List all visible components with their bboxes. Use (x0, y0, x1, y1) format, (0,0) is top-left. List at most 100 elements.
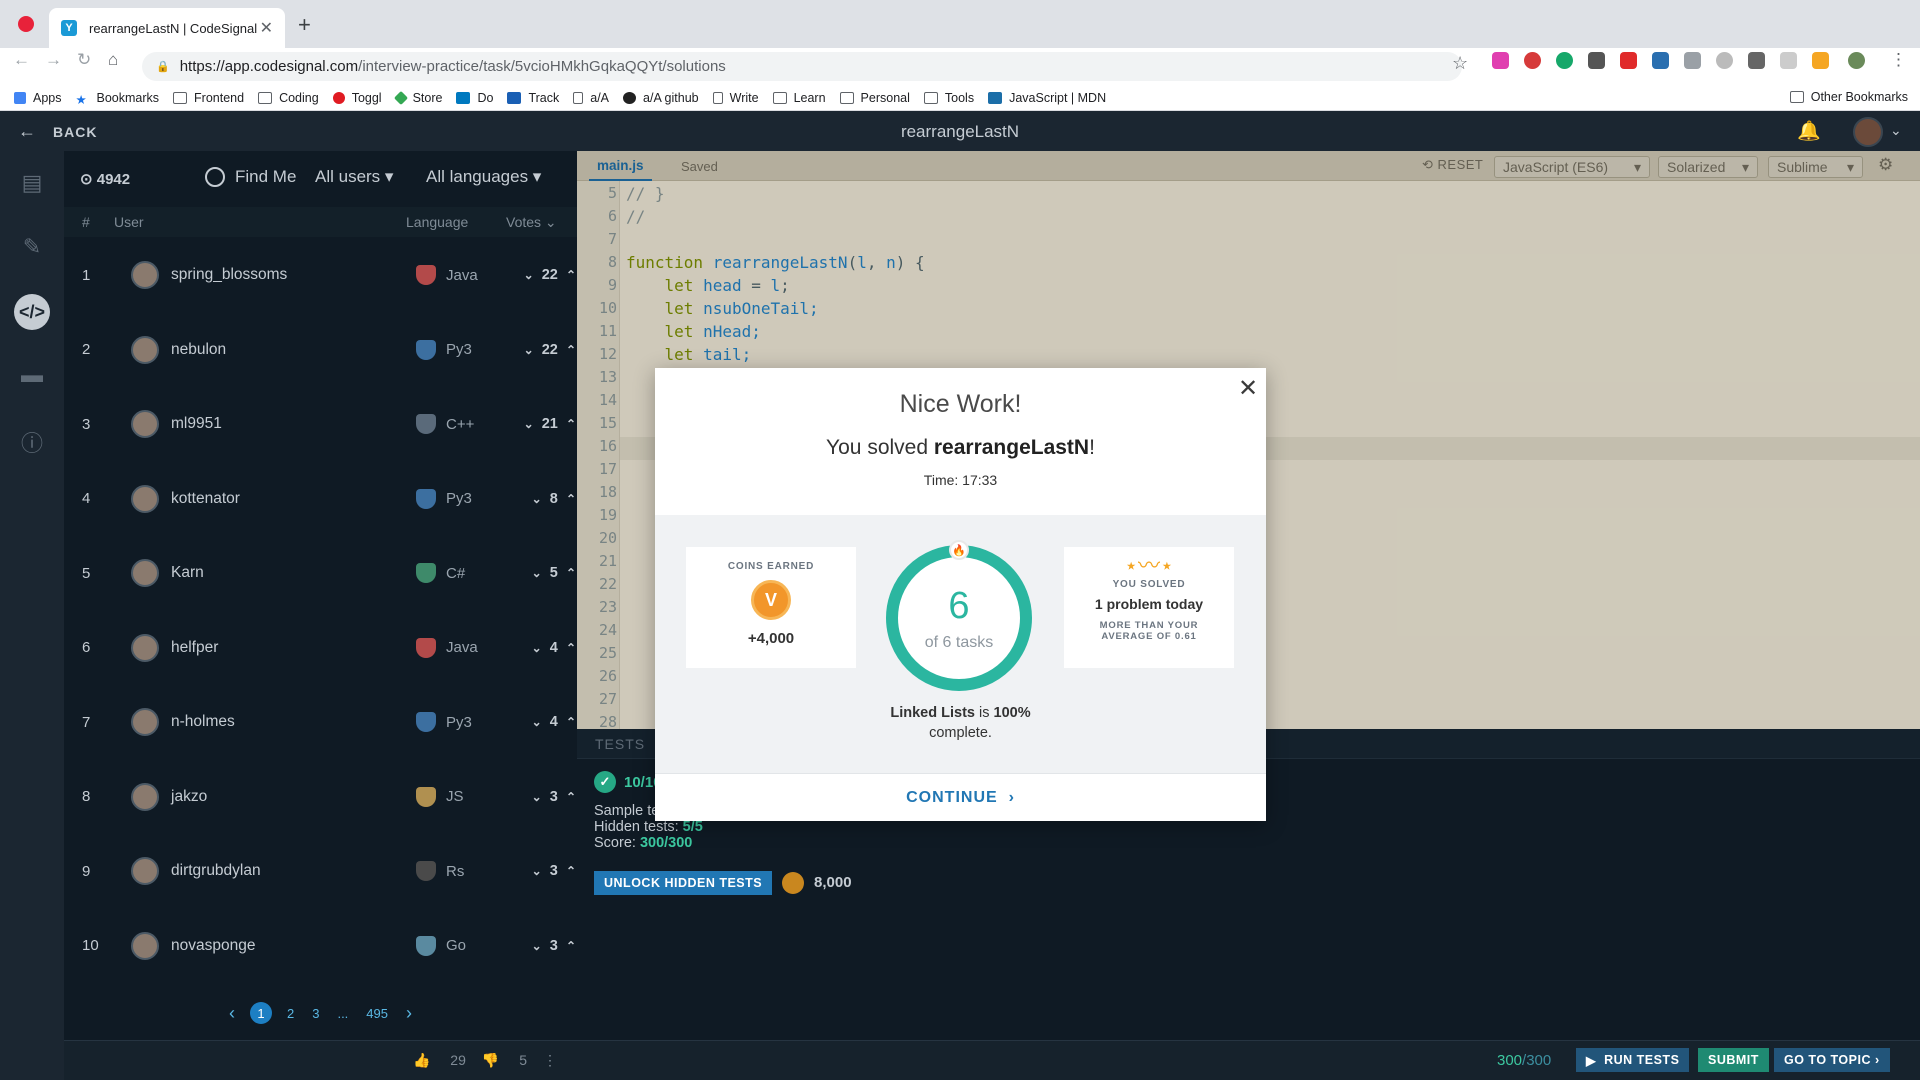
avatar[interactable] (1853, 117, 1883, 147)
extension-icon[interactable] (1524, 52, 1541, 69)
page-495[interactable]: 495 (366, 1006, 388, 1021)
tools-icon[interactable]: ✎ (19, 234, 45, 260)
row-user[interactable]: jakzo (171, 788, 416, 806)
bookmark-track[interactable]: Track (507, 91, 559, 105)
vote-up-icon[interactable]: ⌃ (566, 343, 576, 357)
row-user[interactable]: ml9951 (171, 415, 416, 433)
unlock-hidden-tests-button[interactable]: UNLOCK HIDDEN TESTS (594, 871, 773, 895)
browser-tab[interactable]: Y rearrangeLastN | CodeSignal ✕ (49, 8, 285, 48)
run-tests-button[interactable]: ▶ RUN TESTS (1576, 1048, 1690, 1072)
vote-up-icon[interactable]: ⌃ (566, 864, 576, 878)
vote-up-icon[interactable]: ⌃ (566, 268, 576, 282)
vote-down-icon[interactable]: ⌄ (524, 268, 534, 282)
bookmark-coding[interactable]: Coding (258, 91, 319, 105)
vote-down-icon[interactable]: ⌄ (524, 417, 534, 431)
bookmark-apps[interactable]: Apps (14, 91, 62, 105)
table-row[interactable]: 2 nebulon Py3 ⌄ 22 ⌃ (64, 313, 577, 387)
chrome-extension-icon[interactable] (18, 16, 34, 32)
other-bookmarks[interactable]: Other Bookmarks (1789, 90, 1908, 104)
page-1[interactable]: 1 (249, 1002, 272, 1024)
reload-icon[interactable]: ↻ (77, 50, 91, 70)
chat-icon[interactable]: ▬ (19, 362, 45, 388)
vote-down-icon[interactable]: ⌄ (532, 939, 542, 953)
vote-down-icon[interactable]: ⌄ (532, 492, 542, 506)
extension-icon[interactable] (1492, 52, 1509, 69)
description-icon[interactable]: ▤ (19, 170, 45, 196)
vote-down-icon[interactable]: ⌄ (532, 566, 542, 580)
home-icon[interactable]: ⌂ (108, 50, 118, 70)
submit-button[interactable]: SUBMIT (1698, 1048, 1769, 1072)
page-2[interactable]: 2 (287, 1006, 294, 1021)
thumbs-up-icon[interactable]: 👍 29 (413, 1052, 466, 1069)
row-user[interactable]: n-holmes (171, 713, 416, 731)
bookmark-mdn[interactable]: JavaScript | MDN (988, 91, 1106, 105)
more-icon[interactable]: ⋮ (543, 1052, 557, 1069)
page-3[interactable]: 3 (312, 1006, 319, 1021)
react-devtools-icon[interactable] (1652, 52, 1669, 69)
bookmark-bookmarks[interactable]: ★ Bookmarks (76, 91, 160, 107)
row-user[interactable]: nebulon (171, 341, 416, 359)
row-user[interactable]: helfper (171, 639, 416, 657)
chevron-down-icon[interactable]: ⌄ (1890, 122, 1902, 139)
find-me-button[interactable]: Find Me (205, 167, 296, 187)
row-user[interactable]: novasponge (171, 937, 416, 955)
solutions-icon[interactable]: </> (14, 294, 50, 330)
bookmark-write[interactable]: Write (712, 91, 759, 105)
table-row[interactable]: 9 dirtgrubdylan Rs ⌄ 3 ⌃ (64, 834, 577, 908)
vote-up-icon[interactable]: ⌃ (566, 492, 576, 506)
address-bar[interactable]: 🔒 https://app.codesignal.com/interview-p… (142, 52, 1462, 81)
go-to-topic-button[interactable]: GO TO TOPIC › (1774, 1048, 1890, 1072)
extension-icon[interactable] (1812, 52, 1829, 69)
new-tab-icon[interactable]: + (298, 12, 311, 38)
bookmark-aa-github[interactable]: a/A github (623, 91, 699, 105)
vote-down-icon[interactable]: ⌄ (524, 343, 534, 357)
table-row[interactable]: 6 helfper Java ⌄ 4 ⌃ (64, 611, 577, 685)
bookmark-toggl[interactable]: Toggl (332, 91, 382, 105)
bookmark-aa[interactable]: a/A (573, 91, 609, 105)
forward-nav-icon[interactable]: → (45, 50, 62, 70)
next-page-icon[interactable]: › (406, 1003, 412, 1024)
extension-icon[interactable] (1780, 52, 1797, 69)
menu-icon[interactable]: ⋮ (1890, 50, 1907, 70)
vote-up-icon[interactable]: ⌃ (566, 417, 576, 431)
info-icon[interactable]: ⓘ (19, 426, 45, 456)
continue-button[interactable]: CONTINUE › (655, 773, 1266, 821)
vote-up-icon[interactable]: ⌃ (566, 790, 576, 804)
table-row[interactable]: 4 kottenator Py3 ⌄ 8 ⌃ (64, 462, 577, 536)
close-tab-icon[interactable]: ✕ (260, 18, 273, 38)
extension-icon[interactable] (1684, 52, 1701, 69)
profile-icon[interactable] (1848, 52, 1865, 69)
vote-down-icon[interactable]: ⌄ (532, 641, 542, 655)
prev-page-icon[interactable]: ‹ (229, 1003, 235, 1024)
bell-icon[interactable]: 🔔 (1797, 119, 1821, 143)
table-row[interactable]: 3 ml9951 C++ ⌄ 21 ⌃ (64, 387, 577, 461)
vote-up-icon[interactable]: ⌃ (566, 939, 576, 953)
row-user[interactable]: Karn (171, 564, 416, 582)
bookmark-tools[interactable]: Tools (923, 91, 974, 105)
table-row[interactable]: 1 spring_blossoms Java ⌄ 22 ⌃ (64, 238, 577, 312)
vote-up-icon[interactable]: ⌃ (566, 566, 576, 580)
vote-down-icon[interactable]: ⌄ (532, 790, 542, 804)
vote-down-icon[interactable]: ⌄ (532, 715, 542, 729)
row-user[interactable]: spring_blossoms (171, 266, 416, 284)
bookmark-frontend[interactable]: Frontend (173, 91, 244, 105)
bookmark-personal[interactable]: Personal (839, 91, 910, 105)
table-row[interactable]: 5 Karn C# ⌄ 5 ⌃ (64, 536, 577, 610)
extension-icon[interactable] (1620, 52, 1637, 69)
extension-icon[interactable] (1588, 52, 1605, 69)
grammarly-icon[interactable] (1556, 52, 1573, 69)
bookmark-star-icon[interactable]: ☆ (1452, 53, 1468, 74)
extension-icon[interactable] (1716, 52, 1733, 69)
bookmark-do[interactable]: Do (456, 91, 493, 105)
extension-icon[interactable] (1748, 52, 1765, 69)
back-nav-icon[interactable]: ← (13, 50, 30, 70)
col-votes[interactable]: Votes ⌄ (506, 214, 557, 231)
vote-up-icon[interactable]: ⌃ (566, 641, 576, 655)
languages-filter[interactable]: All languages ▾ (426, 167, 541, 187)
users-filter[interactable]: All users ▾ (315, 167, 393, 187)
vote-down-icon[interactable]: ⌄ (532, 864, 542, 878)
table-row[interactable]: 10 novasponge Go ⌄ 3 ⌃ (64, 909, 577, 983)
thumbs-down-icon[interactable]: 👎 5 (482, 1052, 527, 1069)
table-row[interactable]: 7 n-holmes Py3 ⌄ 4 ⌃ (64, 685, 577, 759)
table-row[interactable]: 8 jakzo JS ⌄ 3 ⌃ (64, 760, 577, 834)
